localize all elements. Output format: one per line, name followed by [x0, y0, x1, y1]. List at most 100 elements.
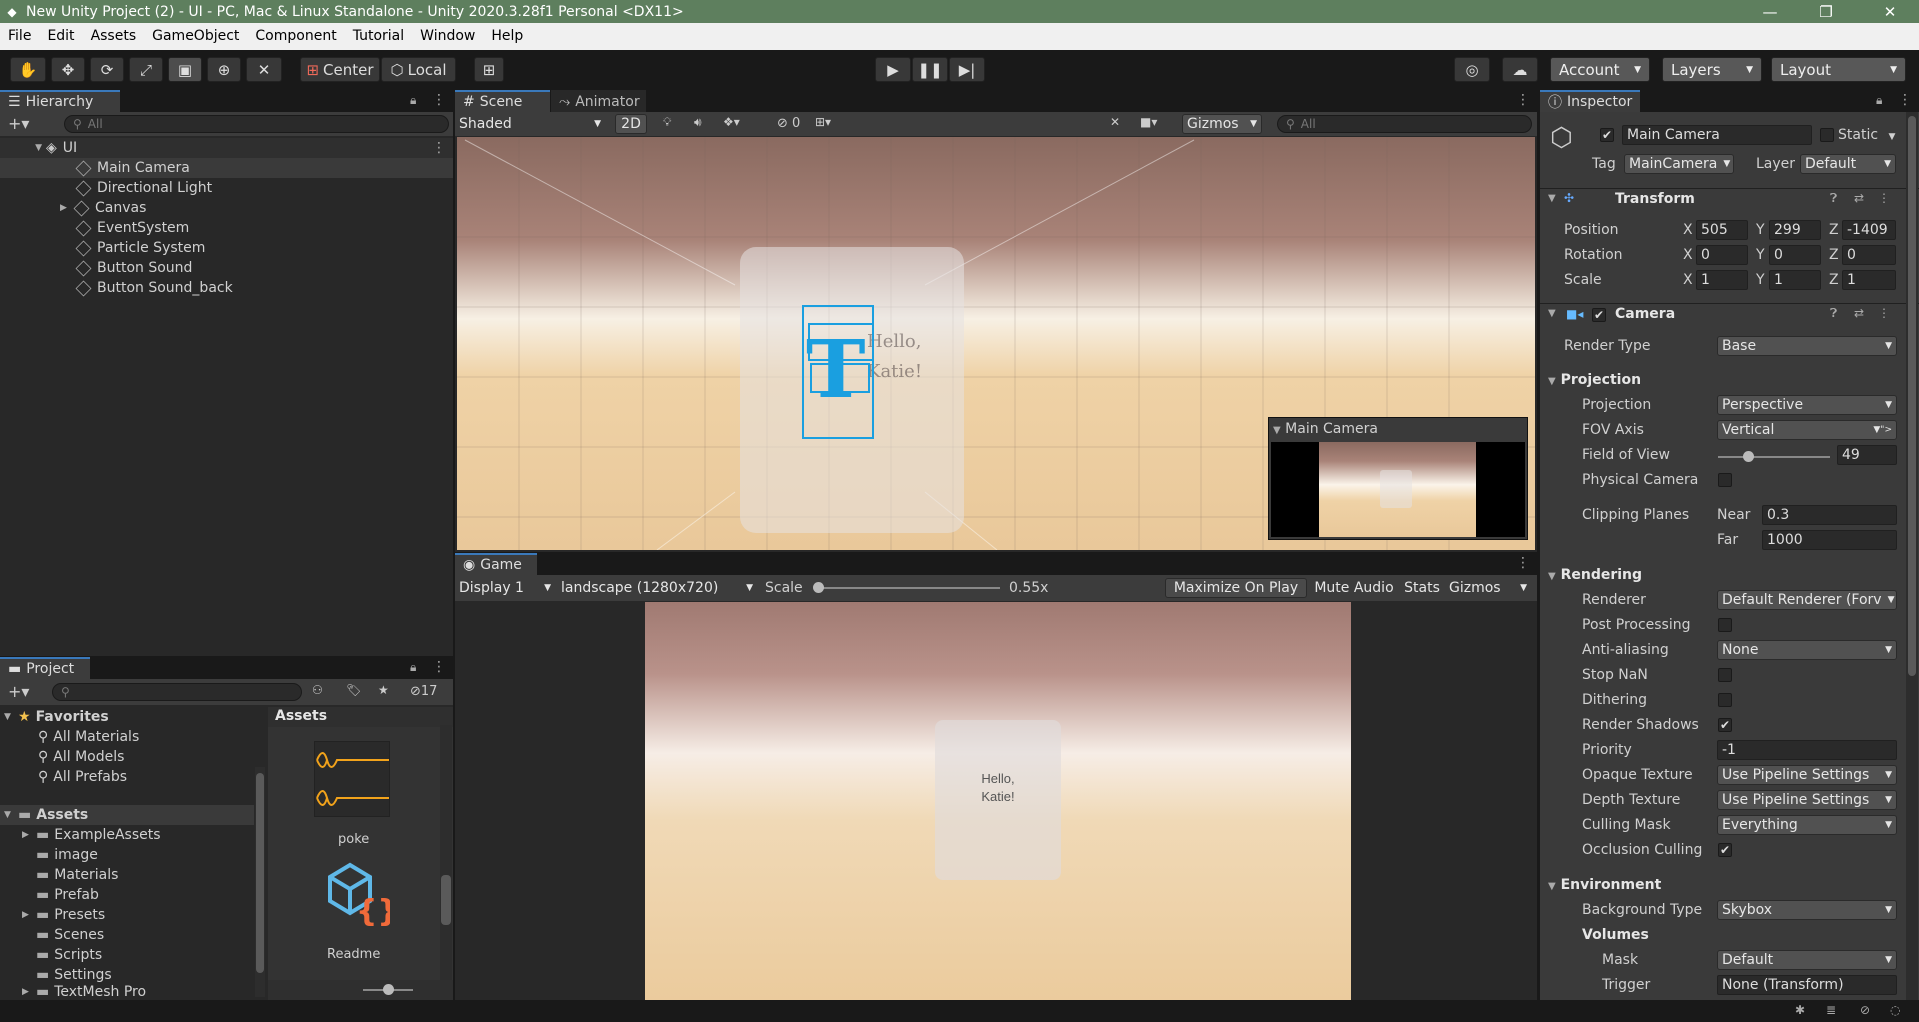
scene-viewport[interactable]: Hello, Katie! T ▼ Main Camera [457, 137, 1535, 550]
scene-row[interactable]: ▼ ◈ UI ⋮ [0, 138, 453, 158]
rotation-z-field[interactable]: 0 [1842, 245, 1896, 265]
label-icon[interactable]: 🏷︎ [346, 683, 361, 697]
play-button[interactable]: ▶ [875, 57, 911, 82]
layout-dropdown[interactable]: Layout ▼ [1771, 57, 1906, 82]
tab-hierarchy[interactable]: ☰ Hierarchy [0, 90, 120, 112]
mask-dropdown[interactable]: Default ▼ [1717, 950, 1897, 970]
scale-y-field[interactable]: 1 [1769, 270, 1821, 290]
tab-scene[interactable]: # Scene [455, 90, 550, 112]
render-type-dropdown[interactable]: Base ▼ [1717, 336, 1897, 356]
network-icon[interactable]: ⊘ [1860, 1003, 1870, 1017]
component-menu-icon[interactable]: ⋮ [1878, 191, 1890, 205]
favorite-all-prefabs[interactable]: ⚲ All Prefabs [0, 767, 254, 787]
hierarchy-item-button-sound[interactable]: Button Sound [0, 258, 453, 278]
custom-tool-icon[interactable]: ✕ [246, 57, 282, 82]
active-checkbox[interactable]: ✔ [1600, 128, 1614, 142]
collab-icon[interactable]: ◎ [1454, 57, 1490, 82]
folder-prefab[interactable]: ▬ Prefab [0, 885, 254, 905]
position-y-field[interactable]: 299 [1769, 220, 1821, 240]
post-processing-checkbox[interactable] [1718, 618, 1732, 632]
maximize-icon[interactable]: ❐ [1798, 0, 1854, 23]
component-menu-icon[interactable]: ⋮ [1878, 306, 1890, 320]
scale-x-field[interactable]: 1 [1696, 270, 1748, 290]
hidden-objects-toggle[interactable]: ⊘ 0 [777, 116, 800, 131]
move-tool-icon[interactable]: ✥ [51, 57, 85, 82]
menu-help[interactable]: Help [483, 23, 531, 50]
close-icon[interactable]: ✕ [1862, 0, 1918, 23]
hierarchy-item-eventsystem[interactable]: EventSystem [0, 218, 453, 238]
scale-slider[interactable] [813, 582, 1000, 593]
rotate-tool-icon[interactable]: ⟳ [90, 57, 124, 82]
priority-field[interactable]: -1 [1717, 740, 1897, 760]
projection-dropdown[interactable]: Perspective ▼ [1717, 395, 1897, 415]
folder-textmesh-pro[interactable]: ▶ ▬ TextMesh Pro [0, 983, 254, 1000]
effects-icon[interactable]: ❖▾ [723, 115, 740, 129]
near-field[interactable]: 0.3 [1762, 505, 1897, 525]
folder-settings[interactable]: ▬ Settings [0, 965, 254, 985]
scene-more-icon[interactable]: ⋮ [432, 140, 446, 156]
assets-root-row[interactable]: ▼ ▬ Assets [0, 805, 254, 825]
culling-mask-dropdown[interactable]: Everything ▼ [1717, 815, 1897, 835]
scene-search-input[interactable]: ⚲ All [1277, 115, 1532, 133]
lock-icon[interactable]: 🔒︎ [1876, 93, 1882, 108]
tab-game[interactable]: ◉ Game [455, 553, 537, 575]
database-icon[interactable]: ≣ [1826, 1003, 1836, 1017]
renderer-dropdown[interactable]: Default Renderer (Forv ▼ [1717, 590, 1897, 610]
pivot-local-button[interactable]: ⬡ Local [381, 57, 456, 82]
static-dropdown[interactable]: Static ▼ [1838, 127, 1895, 143]
hierarchy-item-canvas[interactable]: ▶ Canvas [0, 198, 453, 218]
maximize-on-play-toggle[interactable]: Maximize On Play [1165, 578, 1307, 598]
minimize-icon[interactable]: — [1742, 0, 1798, 23]
game-gizmos-dropdown[interactable]: Gizmos ▼ [1445, 578, 1531, 598]
add-icon[interactable]: +▾ [8, 114, 29, 133]
folder-exampleassets[interactable]: ▶ ▬ ExampleAssets [0, 825, 254, 845]
stats-toggle[interactable]: Stats [1400, 578, 1444, 598]
fov-field[interactable]: 49 [1837, 445, 1897, 465]
depth-texture-dropdown[interactable]: Use Pipeline Settings ▼ [1717, 790, 1897, 810]
assets-scrollbar[interactable] [440, 725, 452, 980]
folder-scenes[interactable]: ▬ Scenes [0, 925, 254, 945]
background-type-dropdown[interactable]: Skybox ▼ [1717, 900, 1897, 920]
menu-assets[interactable]: Assets [83, 23, 145, 50]
scale-z-field[interactable]: 1 [1842, 270, 1896, 290]
position-z-field[interactable]: -1409 [1842, 220, 1896, 240]
physical-camera-checkbox[interactable] [1718, 473, 1732, 487]
dithering-checkbox[interactable] [1718, 693, 1732, 707]
inspector-scrollbar[interactable] [1906, 112, 1918, 1000]
hand-tool-icon[interactable]: ✋ [10, 57, 46, 82]
preset-icon[interactable]: ⇄ [1854, 306, 1864, 320]
transform-header[interactable]: ▼ ✣ Transform ❓︎ ⇄ ⋮ [1540, 188, 1919, 210]
camera-header[interactable]: ▼ ■◂ ✔ Camera ❓︎ ⇄ ⋮ [1540, 303, 1919, 325]
game-card[interactable]: Hello, Katie! [935, 720, 1061, 880]
menu-component[interactable]: Component [247, 23, 344, 50]
tab-inspector[interactable]: ⓘ Inspector [1540, 90, 1640, 112]
camera-enabled-checkbox[interactable]: ✔ [1592, 308, 1606, 322]
menu-edit[interactable]: Edit [39, 23, 82, 50]
camera-preview[interactable]: ▼ Main Camera [1268, 417, 1528, 540]
stop-nan-checkbox[interactable] [1718, 668, 1732, 682]
text-rect-gizmo[interactable]: T [802, 305, 874, 439]
gizmos-dropdown[interactable]: Gizmos ▼ [1182, 114, 1262, 134]
rendering-foldout[interactable]: ▼ Rendering [1548, 567, 1642, 583]
folder-scripts[interactable]: ▬ Scripts [0, 945, 254, 965]
more-icon[interactable]: ⋮ [432, 92, 446, 108]
render-shadows-checkbox[interactable]: ✔ [1718, 718, 1732, 732]
tab-project[interactable]: ▬ Project [0, 657, 90, 679]
preset-icon[interactable]: ⇄ [1854, 191, 1864, 205]
transform-tool-icon[interactable]: ⊕ [207, 57, 241, 82]
scale-tool-icon[interactable]: ⤢ [129, 57, 163, 82]
project-search-input[interactable]: ⚲ [52, 683, 302, 701]
static-checkbox[interactable] [1820, 128, 1834, 142]
zoom-slider[interactable] [268, 980, 453, 1000]
folder-presets[interactable]: ▶ ▬ Presets [0, 905, 254, 925]
grid-snap-icon[interactable]: ⊞ [474, 57, 504, 82]
rotation-y-field[interactable]: 0 [1769, 245, 1821, 265]
star-icon[interactable]: ★ [378, 683, 389, 697]
tree-scrollbar[interactable] [255, 767, 265, 997]
poke-audio-thumbnail[interactable] [314, 741, 390, 817]
pause-button[interactable]: ❚❚ [912, 57, 948, 82]
game-viewport[interactable]: Hello, Katie! [645, 602, 1351, 1000]
opaque-texture-dropdown[interactable]: Use Pipeline Settings ▼ [1717, 765, 1897, 785]
display-dropdown[interactable]: Display 1 ▼ [455, 578, 555, 598]
layers-dropdown[interactable]: Layers ▼ [1662, 57, 1762, 82]
